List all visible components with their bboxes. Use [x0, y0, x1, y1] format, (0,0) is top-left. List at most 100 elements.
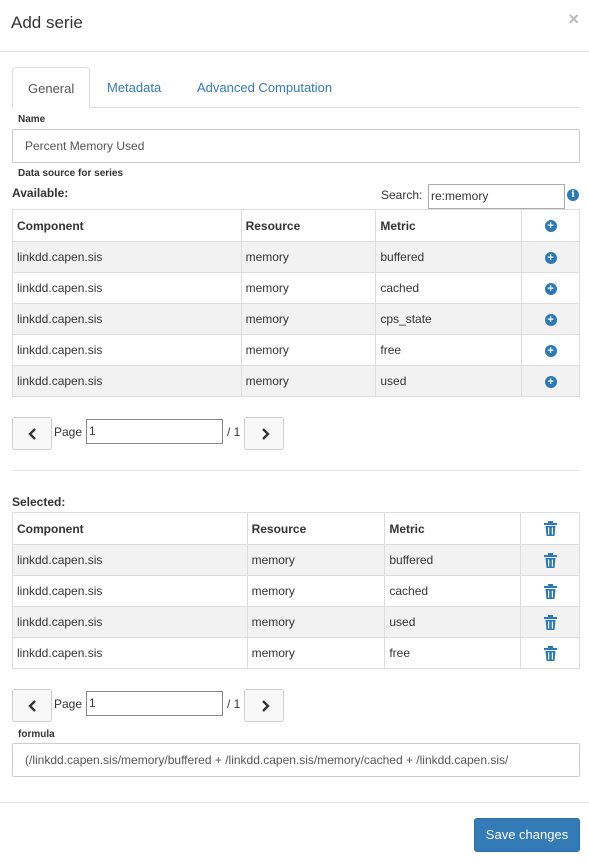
table-row[interactable]: linkdd.capen.sis memory used + — [12, 365, 580, 397]
add-row-button[interactable]: + — [521, 365, 580, 397]
trash-icon — [543, 645, 557, 661]
remove-all-button[interactable] — [520, 512, 580, 545]
selected-page-label: Page — [54, 697, 83, 711]
table-header-row: Component Resource Metric + — [12, 209, 580, 242]
cell-component: linkdd.capen.sis — [12, 303, 242, 335]
tab-bar: General Metadata Advanced Computation — [12, 67, 580, 109]
trash-icon — [543, 583, 557, 599]
formula-label: formula — [18, 729, 55, 740]
column-header-resource[interactable]: Resource — [246, 512, 386, 545]
cell-metric: used — [384, 606, 522, 638]
modal-header: Add serie × — [0, 0, 589, 52]
tab-advanced-computation[interactable]: Advanced Computation — [182, 67, 347, 108]
available-table: Component Resource Metric + linkdd.capen… — [12, 209, 580, 397]
tab-metadata[interactable]: Metadata — [92, 67, 176, 108]
trash-icon — [543, 552, 557, 568]
cell-resource: memory — [246, 575, 386, 607]
cell-component: linkdd.capen.sis — [12, 241, 242, 273]
plus-circle-icon: + — [544, 313, 557, 326]
cell-component: linkdd.capen.sis — [12, 334, 242, 366]
add-row-button[interactable]: + — [521, 303, 580, 335]
column-header-component[interactable]: Component — [12, 209, 242, 242]
close-icon[interactable]: × — [568, 9, 579, 30]
tab-general[interactable]: General — [12, 67, 91, 109]
search-input[interactable]: re:memory — [428, 184, 565, 209]
selected-page-input[interactable]: 1 — [86, 691, 223, 716]
cell-component: linkdd.capen.sis — [12, 575, 248, 607]
remove-row-button[interactable] — [520, 637, 580, 669]
remove-row-button[interactable] — [520, 544, 580, 576]
table-row[interactable]: linkdd.capen.sis memory buffered — [12, 544, 580, 576]
add-row-button[interactable]: + — [521, 241, 580, 273]
cell-component: linkdd.capen.sis — [12, 365, 242, 397]
add-all-button[interactable]: + — [521, 209, 580, 242]
name-input[interactable]: Percent Memory Used — [12, 129, 580, 163]
column-header-component[interactable]: Component — [12, 512, 248, 545]
cell-resource: memory — [240, 334, 377, 366]
chevron-left-icon — [28, 700, 36, 712]
selected-page-total: / 1 — [227, 697, 241, 711]
table-row[interactable]: linkdd.capen.sis memory free — [12, 637, 580, 669]
cell-component: linkdd.capen.sis — [12, 637, 248, 669]
cell-resource: memory — [240, 365, 377, 397]
chevron-left-icon — [28, 428, 36, 440]
datasource-label: Data source for series — [18, 168, 124, 179]
chevron-right-icon — [262, 700, 270, 712]
column-header-metric[interactable]: Metric — [384, 512, 522, 545]
table-row[interactable]: linkdd.capen.sis memory buffered + — [12, 241, 580, 273]
table-header-row: Component Resource Metric — [12, 512, 580, 545]
plus-circle-icon: + — [544, 344, 557, 357]
add-row-button[interactable]: + — [521, 334, 580, 366]
table-row[interactable]: linkdd.capen.sis memory cached — [12, 575, 580, 607]
trash-icon — [543, 614, 557, 630]
table-row[interactable]: linkdd.capen.sis memory cps_state + — [12, 303, 580, 335]
chevron-right-icon — [262, 428, 270, 440]
table-row[interactable]: linkdd.capen.sis memory free + — [12, 334, 580, 366]
selected-table: Component Resource Metric linkdd.capen.s… — [12, 512, 580, 669]
modal-title: Add serie — [11, 13, 83, 32]
add-row-button[interactable]: + — [521, 272, 580, 304]
footer-divider — [0, 802, 589, 803]
table-row[interactable]: linkdd.capen.sis memory used — [12, 606, 580, 638]
section-divider — [12, 470, 580, 471]
cell-metric: cps_state — [375, 303, 523, 335]
cell-resource: memory — [246, 606, 386, 638]
info-icon[interactable]: i — [567, 189, 579, 201]
cell-component: linkdd.capen.sis — [12, 272, 242, 304]
cell-component: linkdd.capen.sis — [12, 544, 248, 576]
available-page-total: / 1 — [227, 425, 241, 439]
cell-metric: cached — [375, 272, 523, 304]
plus-circle-icon: + — [544, 282, 557, 295]
plus-circle-icon: + — [544, 251, 557, 264]
name-label: Name — [18, 114, 46, 125]
cell-metric: free — [375, 334, 523, 366]
cell-resource: memory — [246, 637, 386, 669]
available-next-page-button[interactable] — [244, 417, 284, 450]
cell-component: linkdd.capen.sis — [12, 606, 248, 638]
available-label: Available: — [12, 186, 69, 200]
cell-metric: cached — [384, 575, 522, 607]
cell-resource: memory — [240, 303, 377, 335]
selected-next-page-button[interactable] — [244, 689, 284, 722]
available-page-label: Page — [54, 425, 83, 439]
column-header-metric[interactable]: Metric — [375, 209, 523, 242]
plus-circle-icon: + — [544, 375, 557, 388]
cell-resource: memory — [240, 272, 377, 304]
remove-row-button[interactable] — [520, 575, 580, 607]
save-changes-button[interactable]: Save changes — [474, 818, 580, 852]
available-page-input[interactable]: 1 — [86, 419, 223, 444]
available-prev-page-button[interactable] — [12, 417, 52, 450]
selected-label: Selected: — [12, 495, 66, 509]
cell-metric: buffered — [384, 544, 522, 576]
cell-resource: memory — [240, 241, 377, 273]
formula-input[interactable]: (/linkdd.capen.sis/memory/buffered + /li… — [12, 743, 580, 777]
trash-icon — [543, 521, 557, 537]
remove-row-button[interactable] — [520, 606, 580, 638]
selected-prev-page-button[interactable] — [12, 689, 52, 722]
cell-metric: used — [375, 365, 523, 397]
search-label: Search: — [381, 188, 423, 202]
column-header-resource[interactable]: Resource — [240, 209, 377, 242]
cell-metric: free — [384, 637, 522, 669]
table-row[interactable]: linkdd.capen.sis memory cached + — [12, 272, 580, 304]
cell-resource: memory — [246, 544, 386, 576]
